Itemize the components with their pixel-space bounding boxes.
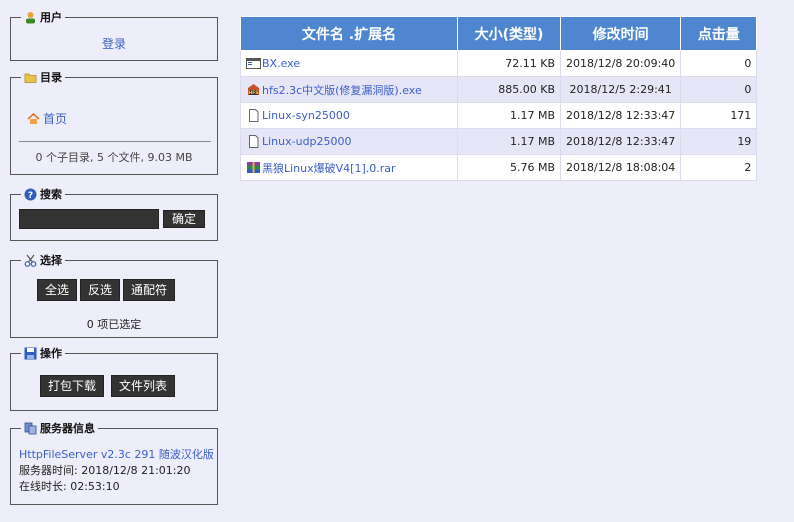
user-panel: 用户 登录 bbox=[10, 9, 218, 61]
user-panel-title: 用户 bbox=[40, 11, 62, 24]
save-icon bbox=[24, 347, 37, 360]
user-icon bbox=[24, 11, 37, 24]
home-link[interactable]: 首页 bbox=[43, 110, 67, 127]
server-info-panel-legend: 服务器信息 bbox=[21, 420, 98, 436]
file-hits-cell: 2 bbox=[680, 154, 758, 181]
search-panel-legend: ? 搜索 bbox=[21, 186, 65, 202]
rar-archive-icon bbox=[246, 161, 260, 174]
file-hits-cell: 19 bbox=[680, 128, 758, 155]
select-panel-title: 选择 bbox=[40, 254, 62, 267]
file-modified-cell: 2018/12/5 2:29:41 bbox=[559, 76, 682, 103]
search-input[interactable] bbox=[19, 209, 159, 229]
operations-panel-legend: 操作 bbox=[21, 345, 65, 361]
file-link[interactable]: Linux-udp25000 bbox=[262, 135, 352, 148]
file-size-cell: 72.11 KB bbox=[457, 50, 561, 77]
exe-window-icon bbox=[246, 57, 261, 70]
file-table: 文件名 .扩展名 大小(类型) 修改时间 点击量 BX.exe 72.11 KB… bbox=[240, 16, 758, 181]
file-size-cell: 885.00 KB bbox=[457, 76, 561, 103]
search-panel-title: 搜索 bbox=[40, 188, 62, 201]
file-table-header: 文件名 .扩展名 大小(类型) 修改时间 点击量 bbox=[240, 16, 758, 51]
table-row: HFS hfs2.3c中文版(修复漏洞版).exe 885.00 KB 2018… bbox=[240, 76, 758, 103]
archive-download-button[interactable]: 打包下载 bbox=[40, 375, 105, 397]
table-row: Linux-udp25000 1.17 MB 2018/12/8 12:33:4… bbox=[240, 128, 758, 155]
file-link[interactable]: BX.exe bbox=[262, 57, 300, 70]
folder-panel: 目录 首页 0 个子目录, 5 个文件, 9.03 MB bbox=[10, 69, 218, 175]
help-icon: ? bbox=[24, 188, 37, 201]
file-link[interactable]: Linux-syn25000 bbox=[262, 109, 350, 122]
user-panel-legend: 用户 bbox=[21, 9, 65, 25]
file-name-cell: Linux-syn25000 bbox=[240, 102, 458, 129]
file-link[interactable]: hfs2.3c中文版(修复漏洞版).exe bbox=[262, 82, 422, 98]
server-version-link[interactable]: HttpFileServer v2.3c 291 随波汉化版 bbox=[19, 447, 217, 463]
file-hits-cell: 0 bbox=[680, 76, 758, 103]
operations-panel: 操作 打包下载 文件列表 bbox=[10, 345, 218, 411]
server-icon bbox=[24, 422, 37, 435]
home-icon bbox=[27, 112, 40, 125]
search-panel: ? 搜索 确定 bbox=[10, 186, 218, 241]
table-row: 黑狼Linux爆破V4[1].0.rar 5.76 MB 2018/12/8 1… bbox=[240, 154, 758, 181]
file-size-cell: 5.76 MB bbox=[457, 154, 561, 181]
hfs-app-icon: HFS bbox=[246, 83, 259, 96]
column-size-header[interactable]: 大小(类型) bbox=[457, 16, 561, 51]
select-all-button[interactable]: 全选 bbox=[37, 279, 78, 301]
invert-selection-button[interactable]: 反选 bbox=[80, 279, 121, 301]
column-hits-header[interactable]: 点击量 bbox=[680, 16, 758, 51]
file-name-cell: 黑狼Linux爆破V4[1].0.rar bbox=[240, 154, 458, 181]
file-hits-cell: 0 bbox=[680, 50, 758, 77]
login-link[interactable]: 登录 bbox=[102, 37, 126, 51]
folder-panel-legend: 目录 bbox=[21, 69, 65, 85]
table-row: Linux-syn25000 1.17 MB 2018/12/8 12:33:4… bbox=[240, 102, 758, 129]
operations-panel-title: 操作 bbox=[40, 347, 62, 360]
search-submit-button[interactable]: 确定 bbox=[163, 210, 206, 228]
selected-count: 0 项已选定 bbox=[86, 318, 142, 331]
folder-divider bbox=[19, 141, 211, 142]
select-panel: 选择 全选 反选 通配符 0 项已选定 bbox=[10, 252, 218, 338]
blank-file-icon bbox=[246, 109, 259, 122]
file-name-cell: Linux-udp25000 bbox=[240, 128, 458, 155]
folder-icon bbox=[24, 71, 37, 84]
file-modified-cell: 2018/12/8 20:09:40 bbox=[559, 50, 682, 77]
blank-file-icon bbox=[246, 135, 259, 148]
column-name-header[interactable]: 文件名 .扩展名 bbox=[240, 16, 458, 51]
svg-text:?: ? bbox=[28, 191, 33, 201]
scissors-icon bbox=[24, 254, 37, 267]
file-list-button[interactable]: 文件列表 bbox=[111, 375, 176, 397]
file-modified-cell: 2018/12/8 12:33:47 bbox=[559, 102, 682, 129]
file-name-cell: BX.exe bbox=[240, 50, 458, 77]
file-size-cell: 1.17 MB bbox=[457, 102, 561, 129]
file-hits-cell: 171 bbox=[680, 102, 758, 129]
server-info-panel-title: 服务器信息 bbox=[40, 422, 95, 435]
wildcard-button[interactable]: 通配符 bbox=[123, 279, 176, 301]
server-uptime: 在线时长: 02:53:10 bbox=[19, 480, 120, 493]
file-modified-cell: 2018/12/8 18:08:04 bbox=[559, 154, 682, 181]
folder-panel-title: 目录 bbox=[40, 71, 62, 84]
column-modified-header[interactable]: 修改时间 bbox=[559, 16, 682, 51]
server-time: 服务器时间: 2018/12/8 21:01:20 bbox=[19, 464, 191, 477]
file-link[interactable]: 黑狼Linux爆破V4[1].0.rar bbox=[262, 160, 396, 176]
folder-summary: 0 个子目录, 5 个文件, 9.03 MB bbox=[35, 151, 193, 164]
svg-text:HFS: HFS bbox=[248, 90, 258, 96]
file-modified-cell: 2018/12/8 12:33:47 bbox=[559, 128, 682, 155]
table-row: BX.exe 72.11 KB 2018/12/8 20:09:40 0 bbox=[240, 50, 758, 77]
file-size-cell: 1.17 MB bbox=[457, 128, 561, 155]
server-info-panel: 服务器信息 HttpFileServer v2.3c 291 随波汉化版 服务器… bbox=[10, 420, 218, 505]
select-panel-legend: 选择 bbox=[21, 252, 65, 268]
file-name-cell: HFS hfs2.3c中文版(修复漏洞版).exe bbox=[240, 76, 458, 103]
